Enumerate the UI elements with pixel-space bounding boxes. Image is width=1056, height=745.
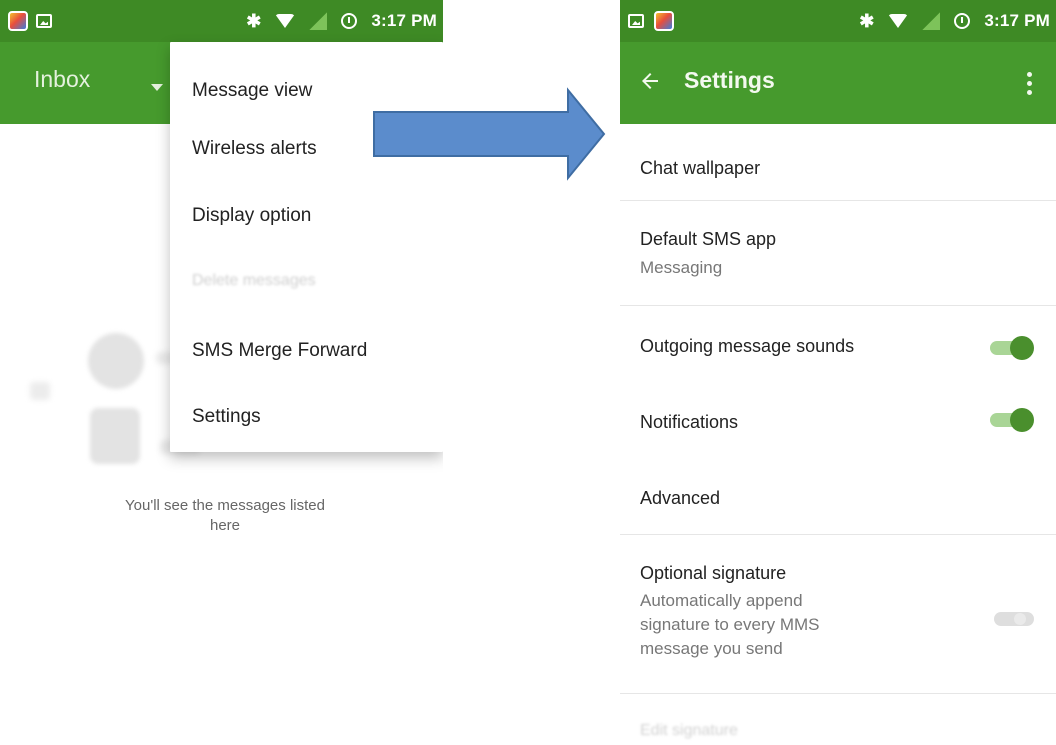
alarm-clock-icon — [954, 13, 971, 29]
inbox-title[interactable]: Inbox — [34, 66, 90, 93]
bluetooth-icon: ✱ — [246, 10, 262, 31]
dropdown-arrow-icon[interactable] — [151, 84, 163, 91]
more-options-icon[interactable] — [1027, 72, 1032, 99]
optional-signature-switch[interactable] — [990, 607, 1034, 631]
empty-state-avatar — [88, 333, 144, 389]
gallery-notification-icon — [36, 14, 52, 28]
wifi-icon — [888, 14, 909, 28]
status-time: 3:17 PM — [984, 11, 1050, 30]
menu-item-wireless-alerts[interactable]: Wireless alerts — [192, 138, 317, 160]
bluetooth-icon: ✱ — [859, 10, 875, 31]
menu-item-message-view[interactable]: Message view — [192, 80, 312, 102]
app-notification-icon — [8, 11, 28, 31]
setting-default-sms-app[interactable]: Default SMS app Messaging — [620, 201, 1056, 305]
status-bar: ✱ 3:17 PM — [0, 0, 443, 42]
setting-optional-signature[interactable]: Optional signature Automatically append … — [620, 535, 1056, 693]
settings-title: Settings — [684, 67, 775, 93]
menu-item-sms-merge-forward[interactable]: SMS Merge Forward — [192, 340, 367, 362]
wifi-icon — [275, 14, 296, 28]
setting-notifications[interactable]: Notifications — [620, 386, 1056, 458]
empty-state-message: You'll see the messages listed here — [125, 497, 325, 534]
signal-icon — [922, 12, 941, 30]
settings-screen: ✱ 3:17 PM Settings Chat wallpaper Defaul… — [620, 0, 1056, 745]
menu-item-delete-messages: Delete messages — [192, 272, 316, 289]
setting-edit-signature: Edit signature — [640, 722, 738, 739]
setting-advanced[interactable]: Advanced — [620, 458, 1056, 534]
status-time: 3:17 PM — [371, 11, 437, 30]
setting-outgoing-message-sounds[interactable]: Outgoing message sounds — [620, 306, 1056, 386]
alarm-clock-icon — [341, 13, 358, 29]
app-notification-icon — [654, 11, 674, 31]
notifications-switch[interactable] — [990, 408, 1034, 432]
transition-arrow-icon — [373, 87, 606, 181]
outgoing-sounds-switch[interactable] — [990, 336, 1034, 360]
gallery-notification-icon — [628, 14, 644, 28]
menu-item-settings[interactable]: Settings — [192, 406, 261, 428]
status-bar: ✱ 3:17 PM — [620, 0, 1056, 42]
empty-state-line — [30, 382, 50, 400]
signal-icon — [309, 12, 328, 30]
back-arrow-icon[interactable] — [638, 69, 662, 93]
settings-toolbar: Settings — [620, 42, 1056, 124]
optional-signature-summary: Automatically append signature to every … — [640, 591, 820, 658]
menu-item-display-option[interactable]: Display option — [192, 205, 311, 227]
setting-chat-wallpaper[interactable]: Chat wallpaper — [620, 124, 1056, 200]
empty-state-square — [90, 408, 140, 464]
